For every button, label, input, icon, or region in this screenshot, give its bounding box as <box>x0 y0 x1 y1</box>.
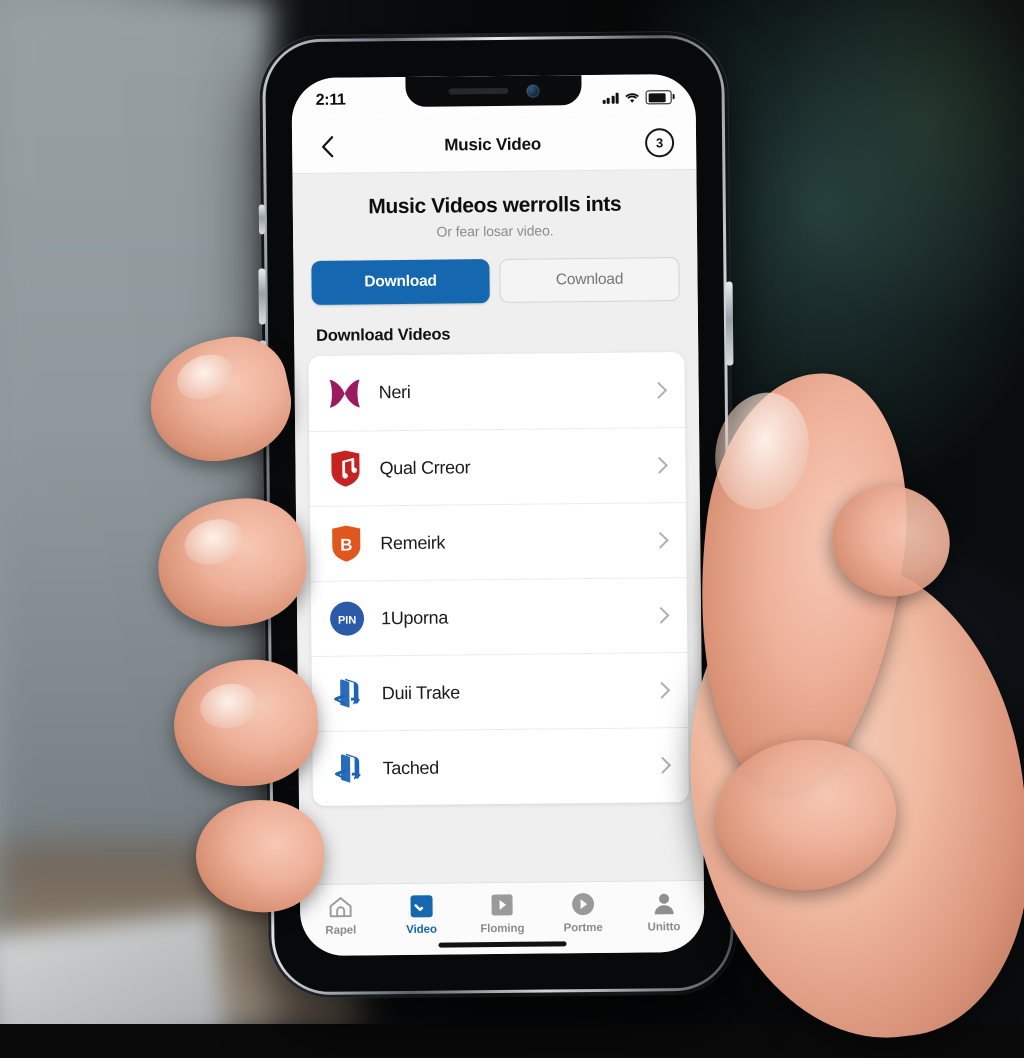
play-circle-icon <box>570 891 596 917</box>
tab-label: Video <box>406 923 437 936</box>
phone-device: 2:11 Music Video 3 Music Videos werrolls… <box>258 31 738 999</box>
pin-circle-icon: PIN <box>327 599 367 639</box>
download-button[interactable]: Download <box>311 259 490 306</box>
scroll-content: Music Videos werrolls ints Or fear losar… <box>292 169 704 885</box>
background-bokeh-glow <box>760 560 940 740</box>
tab-portme[interactable]: Portme <box>542 891 623 935</box>
earpiece-speaker-icon <box>448 87 509 95</box>
home-outline-icon <box>327 894 353 920</box>
svg-text:B: B <box>340 536 352 555</box>
list-item-label: Qual Crreor <box>379 456 471 478</box>
power-button[interactable] <box>725 281 734 366</box>
status-indicators <box>602 86 672 105</box>
notch <box>405 75 582 107</box>
back-button[interactable] <box>314 133 340 159</box>
list-item[interactable]: Qual Crreor <box>309 427 686 507</box>
list-item[interactable]: PIN 1Uporna <box>310 577 688 657</box>
volume-up-button[interactable] <box>258 268 266 325</box>
list-item[interactable]: Duii Trake <box>311 652 689 732</box>
list-item[interactable]: B Remeirk <box>309 502 687 582</box>
tab-label: Rapel <box>325 924 357 937</box>
battery-full-icon <box>645 90 672 105</box>
butterfly-bowtie-icon <box>325 373 365 413</box>
phone-screen: 2:11 Music Video 3 Music Videos werrolls… <box>291 73 705 957</box>
play-square-icon <box>489 892 515 918</box>
cownload-button[interactable]: Cownload <box>499 257 680 304</box>
red-shield-music-note-icon <box>325 449 365 489</box>
volume-down-button[interactable] <box>259 340 267 397</box>
svg-text:PIN: PIN <box>338 615 357 627</box>
tab-unitto[interactable]: Unitto <box>623 890 704 934</box>
tab-rapel[interactable]: Rapel <box>300 893 381 937</box>
segmented-control: Download Cownload <box>293 241 698 306</box>
front-camera-icon <box>525 84 540 98</box>
hero-subtitle: Or fear losar video. <box>436 222 554 240</box>
person-icon <box>651 890 677 916</box>
page-title: Music Video <box>444 134 542 155</box>
section-heading: Download Videos <box>316 325 451 346</box>
playstation-logo-icon <box>328 749 368 789</box>
cellular-bars-icon <box>602 92 619 104</box>
status-time: 2:11 <box>315 91 346 109</box>
list-item-label: Duii Trake <box>381 682 460 703</box>
mute-switch[interactable] <box>258 204 266 235</box>
hero-title: Music Videos werrolls ints <box>368 192 622 219</box>
list-item-label: 1Uporna <box>380 607 449 628</box>
tab-floming[interactable]: Floming <box>462 892 543 936</box>
hero-section: Music Videos werrolls ints Or fear losar… <box>292 170 697 245</box>
playstation-logo-icon <box>328 674 368 714</box>
list-item-label: Neri <box>378 382 411 403</box>
list-item[interactable]: Neri <box>308 352 685 431</box>
tab-label: Floming <box>480 922 525 936</box>
download-videos-list: Neri Qual Crreor B Remeirk PIN 1Uporna D… <box>308 352 690 807</box>
video-check-icon <box>408 893 434 919</box>
tab-video[interactable]: Video <box>381 892 462 936</box>
tab-label: Portme <box>563 921 603 935</box>
list-item[interactable]: Tached <box>312 727 690 807</box>
tab-label: Unitto <box>647 921 681 934</box>
chevron-left-icon <box>321 135 333 157</box>
list-item-label: Tached <box>382 757 439 778</box>
orange-shield-b-icon: B <box>326 524 366 564</box>
list-item-label: Remeirk <box>380 532 446 553</box>
wifi-icon <box>625 92 639 103</box>
circle-badge-icon[interactable]: 3 <box>644 128 675 158</box>
navigation-bar: Music Video 3 <box>291 115 697 175</box>
